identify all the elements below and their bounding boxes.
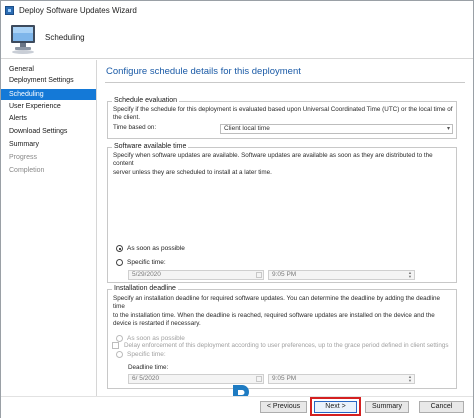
window-title: Deploy Software Updates Wizard bbox=[19, 5, 137, 15]
software-available-time-legend: Software available time bbox=[112, 143, 189, 150]
installation-deadline-legend: Installation deadline bbox=[112, 285, 178, 292]
software-available-description: Specify when software updates are availa… bbox=[113, 152, 433, 176]
deadline-specific-radio-row: Specific time: bbox=[116, 351, 166, 358]
deadline-asap-label: As soon as possible bbox=[127, 335, 185, 342]
previous-button[interactable]: < Previous bbox=[260, 401, 307, 413]
time-based-dropdown[interactable]: Client local time ▾ bbox=[220, 124, 453, 134]
deadline-specific-radio bbox=[116, 351, 123, 358]
cancel-button[interactable]: Cancel bbox=[419, 401, 464, 413]
delay-enforcement-label: Delay enforcement of this deployment acc… bbox=[124, 342, 449, 349]
calendar-icon bbox=[256, 272, 262, 278]
title-bar: Deploy Software Updates Wizard bbox=[1, 1, 473, 19]
nav-item-general[interactable]: General bbox=[1, 64, 96, 75]
deadline-specific-label: Specific time: bbox=[127, 351, 166, 358]
nav-item-summary[interactable]: Summary bbox=[1, 139, 96, 150]
installation-deadline-group: Installation deadline Specify an install… bbox=[107, 285, 457, 389]
available-specific-label: Specific time: bbox=[127, 259, 166, 266]
schedule-evaluation-legend: Schedule evaluation bbox=[112, 97, 180, 104]
next-button-highlight bbox=[310, 397, 361, 416]
nav-item-download-settings[interactable]: Download Settings bbox=[1, 126, 96, 137]
spinner-icon: ▲ ▼ bbox=[408, 374, 412, 383]
banner-title: Scheduling bbox=[45, 33, 85, 42]
time-based-label: Time based on: bbox=[113, 124, 157, 131]
deadline-time-label: Deadline time: bbox=[128, 364, 169, 371]
available-specific-radio-row[interactable]: Specific time: bbox=[116, 259, 166, 266]
delay-enforcement-row: Delay enforcement of this deployment acc… bbox=[112, 342, 448, 349]
wizard-nav: General Deployment Settings Scheduling U… bbox=[1, 60, 97, 396]
nav-item-alerts[interactable]: Alerts bbox=[1, 113, 96, 124]
summary-button[interactable]: Summary bbox=[365, 401, 409, 413]
deadline-asap-radio-row: As soon as possible bbox=[116, 335, 185, 342]
spinner-icon: ▲ ▼ bbox=[408, 270, 412, 279]
wizard-app-icon bbox=[5, 5, 14, 15]
deadline-time-picker: 9:05 PM ▲ ▼ bbox=[268, 374, 415, 384]
nav-item-scheduling[interactable]: Scheduling bbox=[1, 89, 96, 100]
available-time-picker: 9:05 PM ▲ ▼ bbox=[268, 270, 415, 280]
schedule-evaluation-description: Specify if the schedule for this deploym… bbox=[113, 106, 453, 122]
chevron-down-icon: ▾ bbox=[446, 126, 450, 132]
wizard-footer: < Previous Next > Summary Cancel bbox=[1, 396, 473, 418]
installation-deadline-description: Specify an installation deadline for req… bbox=[113, 295, 440, 328]
title-divider bbox=[105, 82, 465, 83]
delay-enforcement-checkbox bbox=[112, 342, 119, 349]
computer-monitor-icon bbox=[11, 25, 35, 54]
deadline-asap-radio bbox=[116, 335, 123, 342]
nav-item-deployment-settings[interactable]: Deployment Settings bbox=[1, 75, 96, 86]
nav-item-progress: Progress bbox=[9, 154, 38, 161]
software-available-time-group: Software available time Specify when sof… bbox=[107, 143, 457, 283]
nav-item-completion: Completion bbox=[9, 167, 45, 174]
available-asap-label: As soon as possible bbox=[127, 245, 185, 252]
calendar-icon bbox=[256, 376, 262, 382]
content-pane: Configure schedule details for this depl… bbox=[98, 60, 473, 396]
wizard-banner: Scheduling bbox=[1, 19, 473, 59]
wizard-window: Deploy Software Updates Wizard Schedulin… bbox=[0, 0, 474, 418]
page-title: Configure schedule details for this depl… bbox=[106, 66, 301, 77]
available-asap-radio[interactable] bbox=[116, 245, 123, 252]
nav-item-user-experience[interactable]: User Experience bbox=[1, 101, 96, 112]
schedule-evaluation-group: Schedule evaluation Specify if the sched… bbox=[107, 97, 457, 139]
available-date-picker: 5/29/2020 bbox=[128, 270, 264, 280]
available-asap-radio-row[interactable]: As soon as possible bbox=[116, 245, 185, 252]
available-specific-radio[interactable] bbox=[116, 259, 123, 266]
